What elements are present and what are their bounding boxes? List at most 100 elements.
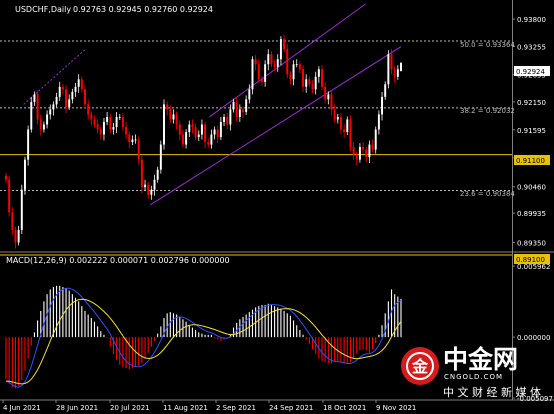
candle-body <box>289 74 292 80</box>
candle-body <box>352 147 355 155</box>
candle-body <box>305 79 308 87</box>
candle-body <box>317 69 320 77</box>
candle-body <box>109 116 112 130</box>
candle-body <box>159 144 162 170</box>
candle-body <box>216 129 219 138</box>
candle-body <box>270 54 273 65</box>
candle-body <box>55 96 58 105</box>
candle-body <box>17 229 20 243</box>
candle-body <box>96 124 99 130</box>
candle-body <box>194 127 197 138</box>
candle-body <box>93 119 96 125</box>
candle-body <box>324 86 327 100</box>
candle-body <box>257 64 260 80</box>
candle-body <box>207 142 210 145</box>
candle-body <box>204 124 207 143</box>
candle-body <box>226 116 229 125</box>
candle-body <box>52 104 55 110</box>
candle-body <box>147 184 150 195</box>
candle-body <box>235 101 238 117</box>
candle-body <box>131 139 134 143</box>
candle-body <box>23 159 26 190</box>
candle-body <box>390 54 393 70</box>
time-tick-label: 28 Jun 2021 <box>56 404 98 412</box>
candle-body <box>39 119 42 130</box>
price-tick-label: 0.89350 <box>517 239 546 247</box>
fib-label-50: 50.0 = 0.93364 <box>460 41 515 49</box>
candle-body <box>115 116 118 127</box>
candle-body <box>99 129 102 135</box>
candle-body <box>276 59 279 67</box>
macd-tick-label: 0.005962 <box>517 263 550 271</box>
candle-body <box>219 121 222 138</box>
candle-body <box>330 94 333 110</box>
candle-body <box>279 39 282 60</box>
candle-body <box>336 116 339 120</box>
watermark-slogan: 中 文 财 经 新 媒 体 <box>443 385 541 399</box>
candle-body <box>302 69 305 87</box>
candle-body <box>134 139 137 141</box>
candle-body <box>260 79 263 82</box>
candle-body <box>254 59 257 65</box>
candle-body <box>365 149 368 158</box>
time-tick-label: 18 Oct 2021 <box>323 404 366 412</box>
candle-body <box>229 109 232 125</box>
candle-body <box>333 109 336 120</box>
candle-body <box>267 54 270 65</box>
price-tick-label: 0.93800 <box>517 16 546 24</box>
candle-body <box>238 109 241 117</box>
candle-body <box>118 116 121 118</box>
candle-body <box>33 94 36 102</box>
fib-label-23: 23.6 = 0.90384 <box>460 190 515 198</box>
candle-body <box>169 109 172 120</box>
watermark-brand: 中金网 <box>443 345 518 374</box>
time-tick-label: 4 Jun 2021 <box>3 404 41 412</box>
candle-body <box>178 124 181 135</box>
price-tick-label: 0.92150 <box>517 99 546 107</box>
candle-body <box>58 86 61 97</box>
candle-body <box>112 127 115 130</box>
macd-tick-label: 0.000000 <box>517 334 550 342</box>
candle-body <box>314 76 317 90</box>
candle-body <box>210 134 213 145</box>
candle-body <box>368 144 371 158</box>
candle-body <box>150 189 153 195</box>
candle-body <box>264 64 267 82</box>
candle-body <box>61 86 64 90</box>
candle-body <box>311 84 314 90</box>
candle-body <box>144 184 147 188</box>
candle-body <box>384 84 387 97</box>
candle-body <box>65 89 68 107</box>
candle-body <box>396 69 399 77</box>
candle-body <box>30 101 33 130</box>
candle-body <box>140 159 143 188</box>
candle-body <box>121 116 124 127</box>
candle-body <box>242 109 244 112</box>
candle-body <box>153 179 156 190</box>
price-tick-label: 0.91595 <box>517 127 546 135</box>
candle-body <box>125 127 128 135</box>
price-tick-label: 0.90460 <box>517 184 546 192</box>
candle-body <box>377 114 380 130</box>
candle-body <box>102 121 105 135</box>
candle-body <box>273 64 276 67</box>
candle-body <box>128 134 131 143</box>
level-badge-lower-text: 0.89100 <box>516 256 545 264</box>
candle-body <box>200 124 203 135</box>
watermark-url: CNGOLD.COM <box>444 373 503 381</box>
candle-body <box>8 179 11 213</box>
candle-body <box>71 91 74 100</box>
candle-body <box>298 64 301 70</box>
candle-body <box>393 69 396 77</box>
candle-body <box>156 169 159 180</box>
candle-body <box>87 104 90 115</box>
candle-body <box>343 129 346 133</box>
candle-body <box>387 54 390 85</box>
candle-body <box>197 134 200 138</box>
candle-body <box>223 116 226 122</box>
candle-body <box>106 116 109 122</box>
candle-body <box>46 114 49 125</box>
candle-body <box>74 86 77 92</box>
candle-body <box>188 124 191 133</box>
candle-body <box>251 59 254 90</box>
